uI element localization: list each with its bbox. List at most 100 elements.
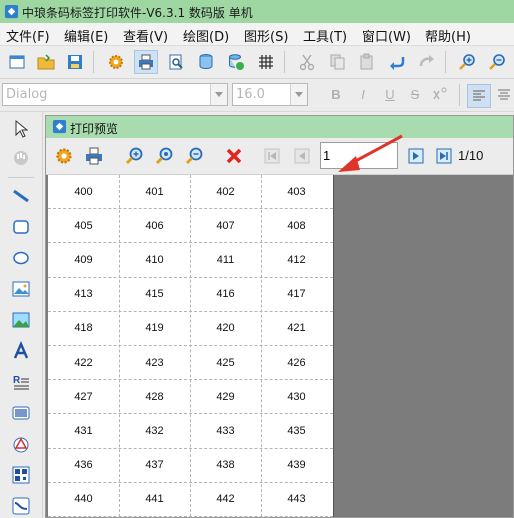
title-bar: 中琅条码标签打印软件-V6.3.1 数码版 单机 (0, 0, 514, 23)
menu-tools[interactable]: 工具(T) (303, 26, 347, 45)
gear-icon (56, 148, 72, 164)
bold-button[interactable]: B (326, 85, 346, 105)
toolbar-separator (459, 84, 460, 106)
paste-button[interactable] (355, 50, 379, 74)
label-cell: 428 (145, 390, 164, 403)
next-page-button[interactable] (404, 144, 428, 168)
new-document-button[interactable] (5, 50, 29, 74)
database-connect-button[interactable] (224, 50, 248, 74)
label-cell: 436 (74, 459, 93, 472)
label-page: 400 401 402 403 405 406 407 408 409 410 411 412 413 4… (48, 175, 334, 517)
preview-zoom-out-button[interactable] (182, 144, 206, 168)
text-tool-button[interactable] (9, 339, 33, 363)
zoom-out-button[interactable] (485, 50, 509, 74)
label-cell: 408 (287, 219, 306, 232)
font-name-select[interactable]: Dialog (2, 83, 228, 106)
menu-edit[interactable]: 编辑(E) (64, 26, 108, 45)
label-cell: 413 (74, 288, 93, 301)
cut-button[interactable] (295, 50, 319, 74)
label-row: 409 410 411 412 (48, 243, 333, 278)
save-button[interactable] (63, 50, 87, 74)
label-cell: 400 (74, 185, 93, 198)
toolbar-separator (93, 51, 94, 73)
print-preview-window: 打印预览 1/10 (45, 115, 514, 518)
chevron-down-icon[interactable] (210, 84, 227, 105)
zoom-out-icon (185, 147, 203, 165)
label-cell: 431 (74, 424, 93, 437)
landscape-icon (12, 312, 30, 328)
preview-zoom-in-button[interactable] (122, 144, 146, 168)
last-page-button[interactable] (432, 144, 456, 168)
label-row: 418 419 420 421 (48, 312, 333, 346)
preview-close-button[interactable] (222, 144, 246, 168)
undo-button[interactable] (385, 50, 409, 74)
pan-tool-button[interactable] (9, 146, 33, 170)
label-row: 413 415 416 417 (48, 278, 333, 312)
barcode-tool-button[interactable] (9, 401, 33, 425)
menu-help[interactable]: 帮助(H) (425, 26, 471, 45)
label-cell: 409 (74, 253, 93, 266)
triangle-circle-icon (13, 437, 29, 453)
curve-tool-button[interactable] (9, 494, 33, 518)
ellipse-tool-button[interactable] (9, 246, 33, 270)
menu-draw[interactable]: 绘图(D) (183, 26, 229, 45)
align-center-button[interactable] (494, 84, 514, 108)
database-button[interactable] (194, 50, 218, 74)
label-cell: 435 (287, 424, 306, 437)
chevron-down-icon[interactable] (290, 84, 307, 105)
menu-shape[interactable]: 图形(S) (244, 26, 288, 45)
copy-icon (330, 54, 345, 70)
new-window-icon (9, 55, 25, 69)
curve-icon (12, 497, 30, 515)
preview-print-button[interactable] (82, 144, 106, 168)
zoom-out-icon (489, 54, 505, 70)
drawing-toolbar: R (0, 112, 43, 518)
menu-view[interactable]: 查看(V) (123, 26, 168, 45)
menu-file[interactable]: 文件(F) (6, 26, 50, 45)
label-cell: 412 (287, 253, 306, 266)
shape-tool-button[interactable] (9, 432, 33, 456)
printer-icon (86, 147, 102, 165)
rectangle-tool-button[interactable] (9, 215, 33, 239)
redo-button[interactable] (415, 50, 439, 74)
settings-button[interactable] (104, 50, 128, 74)
label-cell: 442 (216, 493, 235, 506)
zoom-in-button[interactable] (455, 50, 479, 74)
line-tool-button[interactable] (9, 184, 33, 208)
select-tool-button[interactable] (9, 117, 33, 141)
strikethrough-button[interactable]: S (405, 85, 425, 105)
label-row: 440 441 442 443 (48, 483, 333, 517)
label-cell: 406 (145, 219, 164, 232)
preview-zoom-reset-button[interactable] (152, 144, 176, 168)
label-cell: 432 (145, 424, 164, 437)
label-cell: 416 (216, 288, 235, 301)
superscript-button[interactable] (430, 85, 450, 105)
align-left-button[interactable] (467, 84, 491, 108)
preview-settings-button[interactable] (52, 144, 76, 168)
redo-icon (419, 55, 434, 67)
print-button[interactable] (134, 50, 158, 74)
image-tool-button[interactable] (9, 277, 33, 301)
background-image-tool-button[interactable] (9, 308, 33, 332)
label-cell: 401 (145, 185, 164, 198)
label-row: 400 401 402 403 (48, 175, 333, 210)
italic-button[interactable]: I (353, 85, 373, 105)
label-row: 405 406 407 408 (48, 209, 333, 244)
rich-text-tool-button[interactable]: R (9, 370, 33, 394)
toolbar-separator (284, 51, 285, 73)
label-cell: 417 (287, 288, 306, 301)
underline-button[interactable]: U (380, 85, 400, 105)
grid-button[interactable] (254, 50, 278, 74)
menu-window[interactable]: 窗口(W) (362, 26, 411, 45)
label-cell: 407 (216, 219, 235, 232)
open-folder-icon (37, 54, 55, 70)
font-size-select[interactable]: 16.0 (232, 83, 308, 106)
print-preview-button[interactable] (164, 50, 188, 74)
grid-icon (259, 55, 273, 69)
label-cell: 429 (216, 390, 235, 403)
previous-page-button[interactable] (290, 144, 314, 168)
first-page-button[interactable] (260, 144, 284, 168)
open-button[interactable] (34, 50, 58, 74)
qrcode-tool-button[interactable] (9, 463, 33, 487)
copy-button[interactable] (325, 50, 349, 74)
